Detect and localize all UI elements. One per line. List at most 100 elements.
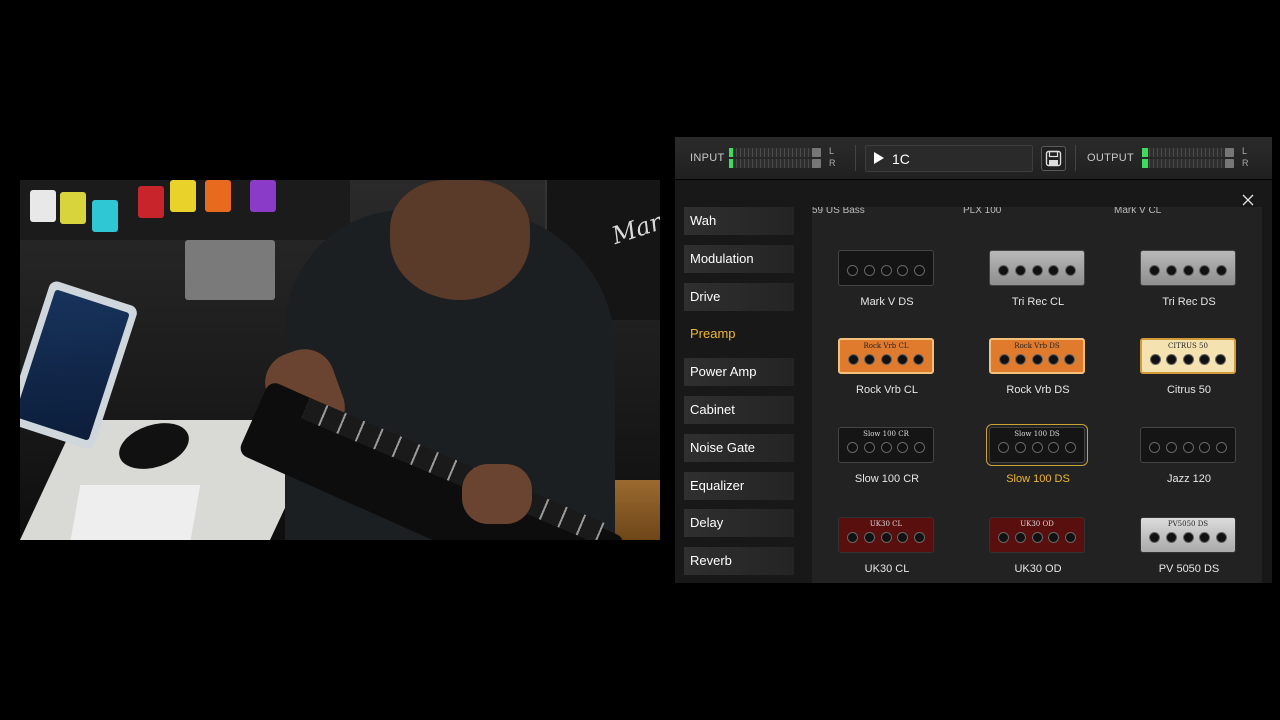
amp-model-tri-rec-ds[interactable]: Tri Rec DS — [1114, 250, 1262, 338]
knob-icon — [863, 442, 875, 453]
amp-model-slow-100-ds[interactable]: Slow 100 DS Slow 100 DS — [963, 424, 1113, 515]
knob-icon — [1215, 354, 1226, 365]
knob-icon — [880, 532, 892, 543]
knob-icon — [1199, 532, 1211, 543]
knob-icon — [847, 532, 858, 543]
output-meter-left — [1142, 148, 1234, 157]
amp-model-pv-5050-ds[interactable]: PV5050 DS PV 5050 DS — [1114, 517, 1262, 583]
sidebar-item-wah[interactable]: Wah — [684, 207, 794, 235]
save-icon — [1045, 150, 1062, 167]
amp-thumbnail: UK30 CL — [838, 517, 934, 553]
output-meter-right — [1142, 159, 1234, 168]
sidebar-item-delay[interactable]: Delay — [684, 509, 794, 538]
knob-icon — [1065, 265, 1076, 276]
amp-model-label: Tri Rec DS — [1162, 296, 1216, 308]
channel-right-label: R — [829, 158, 836, 168]
amp-thumbnail — [989, 250, 1085, 286]
knob-icon — [914, 265, 925, 276]
knob-icon — [1031, 265, 1043, 276]
knob-icon — [1165, 265, 1177, 276]
amp-thumbnail — [838, 250, 934, 286]
amp-knobs — [998, 442, 1076, 453]
sidebar-item-drive[interactable]: Drive — [684, 282, 794, 311]
close-button[interactable] — [1240, 192, 1256, 208]
knob-icon — [914, 532, 925, 543]
level-fill — [729, 148, 733, 157]
knob-icon — [914, 442, 925, 453]
fretting-hand — [462, 464, 532, 524]
amp-thumbnail: UK30 OD — [989, 517, 1085, 553]
amp-model-jazz-120[interactable]: Jazz 120 — [1114, 427, 1262, 515]
knob-icon — [897, 265, 909, 276]
amp-model-slow-100-cr[interactable]: Slow 100 CR Slow 100 CR — [812, 427, 962, 515]
preamp-model-grid: 59 US Bass PLX 100 Mark V CL Mark V DS Tri R… — [812, 207, 1262, 583]
amp-model-label: Slow 100 CR — [854, 473, 920, 485]
amp-model-label: Jazz 120 — [1166, 473, 1212, 485]
amp-model-tri-rec-cl[interactable]: Tri Rec CL — [963, 250, 1113, 338]
knob-icon — [864, 354, 876, 365]
knob-icon — [1031, 354, 1043, 365]
amp-model-label: Tri Rec CL — [1011, 296, 1065, 308]
model-label-partial[interactable]: 59 US Bass — [812, 207, 962, 216]
amp-thumbnail: Slow 100 CR — [838, 427, 934, 463]
output-label: OUTPUT — [1087, 152, 1135, 164]
amp-knobs — [847, 442, 925, 453]
meter-knob[interactable] — [812, 159, 821, 168]
divider — [1075, 145, 1076, 171]
knob-icon — [1182, 354, 1194, 365]
amp-model-uk30-od[interactable]: UK30 OD UK30 OD — [963, 517, 1113, 583]
knob-icon — [1065, 442, 1076, 453]
amp-knobs — [848, 354, 924, 365]
sidebar-item-cabinet[interactable]: Cabinet — [684, 395, 794, 424]
meter-knob[interactable] — [1225, 159, 1234, 168]
model-label-partial[interactable]: Mark V CL — [1114, 207, 1262, 216]
amp-model-citrus-50[interactable]: CITRUS 50 Citrus 50 — [1114, 338, 1262, 426]
sidebar-item-power-amp[interactable]: Power Amp — [684, 358, 794, 387]
meter-knob[interactable] — [812, 148, 821, 157]
pedal — [92, 200, 118, 232]
input-meter: L R — [729, 146, 837, 170]
amp-model-label: Mark V DS — [860, 296, 914, 308]
sidebar-item-preamp[interactable]: Preamp — [684, 320, 794, 348]
knob-icon — [1014, 265, 1026, 276]
amp-model-label: Citrus 50 — [1166, 384, 1212, 396]
amp-faceplate-text: PV5050 DS — [1167, 520, 1209, 528]
model-label-partial[interactable]: PLX 100 — [963, 207, 1113, 216]
knob-icon — [1199, 265, 1211, 276]
channel-left-label: L — [1242, 146, 1248, 156]
channel-right-label: R — [1242, 158, 1249, 168]
knob-icon — [913, 354, 924, 365]
save-button[interactable] — [1041, 146, 1066, 171]
amp-model-uk30-cl[interactable]: UK30 CL UK30 CL — [812, 517, 962, 583]
knob-icon — [1150, 354, 1161, 365]
meter-knob[interactable] — [1225, 148, 1234, 157]
sidebar-item-modulation[interactable]: Modulation — [684, 244, 794, 273]
knob-icon — [1048, 265, 1060, 276]
preset-selector[interactable]: 1C — [865, 145, 1033, 172]
amp-model-label: Rock Vrb CL — [856, 384, 918, 396]
category-sidebar: Wah Modulation Drive Preamp Power Amp Cabinet… — [684, 207, 796, 585]
top-bar: INPUT L R 1C OUTPUT L R — [675, 137, 1272, 180]
sidebar-item-equalizer[interactable]: Equalizer — [684, 471, 794, 500]
play-icon[interactable] — [874, 152, 884, 164]
knob-icon — [848, 354, 859, 365]
sidebar-item-noise-gate[interactable]: Noise Gate — [684, 433, 794, 462]
amp-model-rock-vrb-cl[interactable]: Rock Vrb CL Rock Vrb CL — [812, 338, 962, 426]
guitarist-head — [390, 180, 530, 300]
amp-thumbnail: CITRUS 50 — [1140, 338, 1236, 374]
amp-thumbnail: Rock Vrb DS — [989, 338, 1085, 374]
amp-model-mark-v-ds[interactable]: Mark V DS — [812, 250, 962, 338]
knob-icon — [1216, 265, 1227, 276]
amp-faceplate-text: CITRUS 50 — [1168, 342, 1208, 350]
keyboard — [69, 485, 201, 540]
amp-faceplate-text: Rock Vrb CL — [863, 342, 909, 350]
amp-model-rock-vrb-ds[interactable]: Rock Vrb DS Rock Vrb DS — [963, 338, 1113, 426]
amp-faceplate-text: Rock Vrb DS — [1014, 342, 1060, 350]
amp-modeler-app: INPUT L R 1C OUTPUT L R Wah Modulation D… — [675, 137, 1272, 583]
amp-thumbnail: PV5050 DS — [1140, 517, 1236, 553]
amp-thumbnail: Rock Vrb CL — [838, 338, 934, 374]
amp-faceplate-text: Slow 100 CR — [863, 430, 909, 438]
knob-icon — [1182, 532, 1194, 543]
knob-icon — [1149, 265, 1160, 276]
sidebar-item-reverb[interactable]: Reverb — [684, 547, 794, 576]
